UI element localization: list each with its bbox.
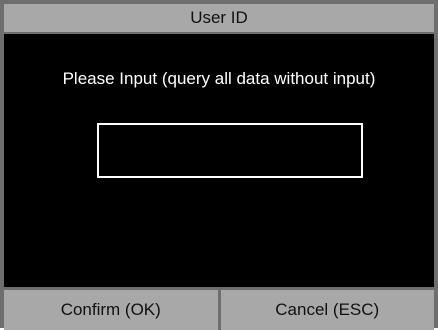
confirm-button[interactable]: Confirm (OK)	[4, 290, 221, 330]
dialog-title: User ID	[4, 4, 434, 34]
user-id-input[interactable]	[97, 123, 363, 178]
cancel-button[interactable]: Cancel (ESC)	[220, 290, 434, 330]
button-bar: Confirm (OK) Cancel (ESC)	[4, 287, 434, 330]
input-prompt-text: Please Input (query all data without inp…	[62, 69, 376, 88]
dialog-window: User ID Please Input (query all data wit…	[0, 0, 438, 330]
